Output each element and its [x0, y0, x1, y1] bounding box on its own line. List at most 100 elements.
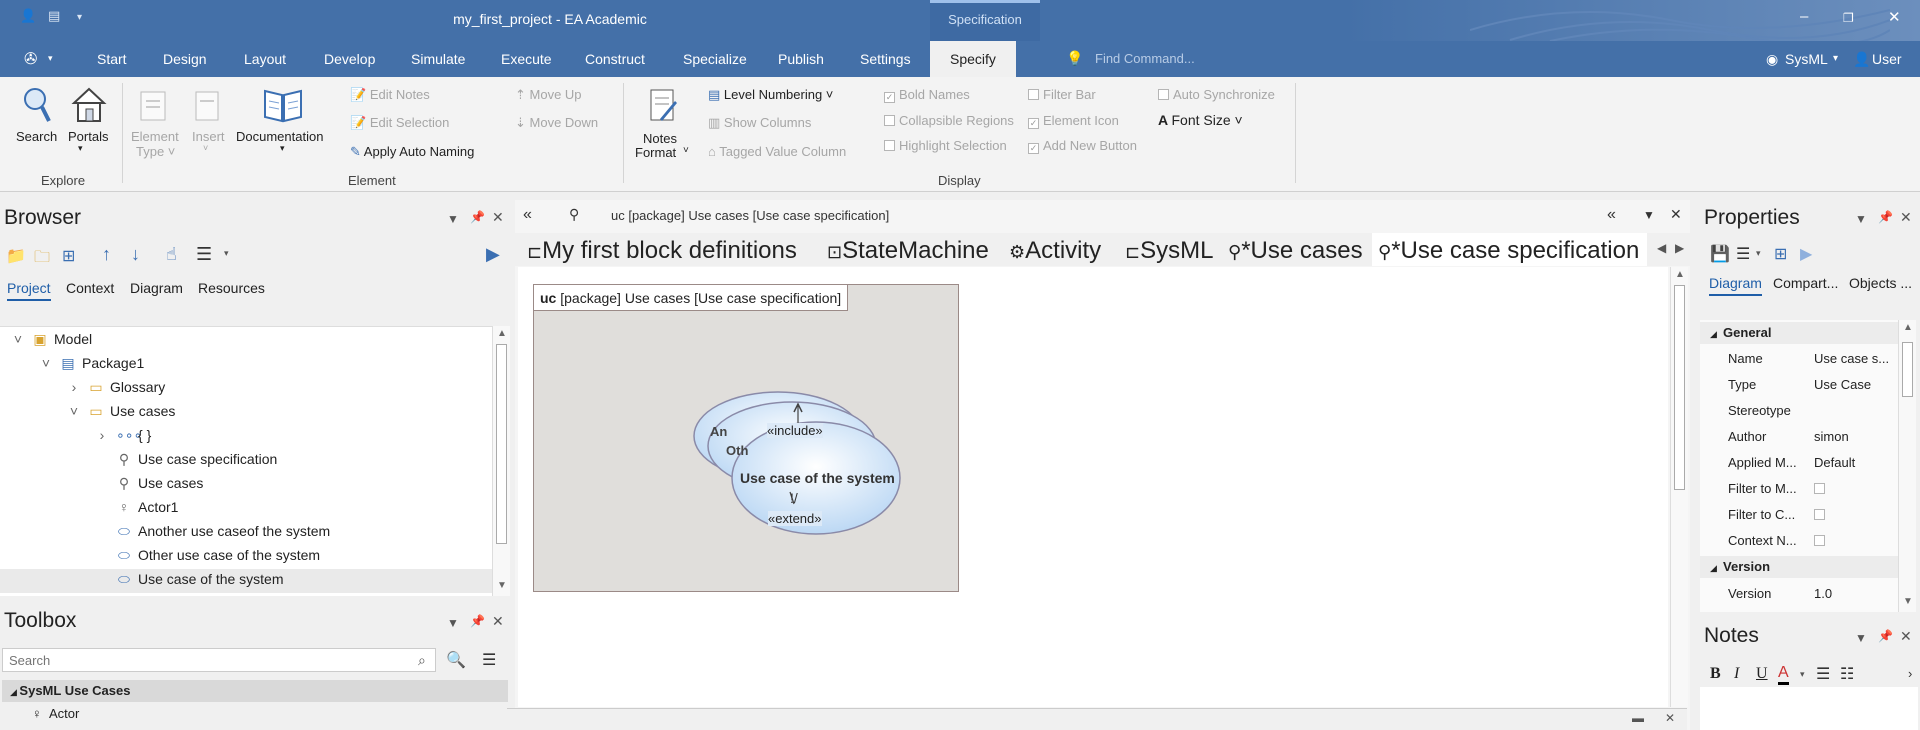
- new-package-icon[interactable]: 📁: [6, 246, 26, 266]
- documentation-dropdown-icon[interactable]: ▾: [280, 143, 285, 154]
- tab-use-cases[interactable]: ⚲*Use cases: [1228, 237, 1363, 265]
- app-menu-dropdown-icon[interactable]: ▾: [48, 53, 53, 64]
- add-new-button-checkbox[interactable]: ✓ Add New Button: [1028, 138, 1137, 154]
- filter-bar-checkbox[interactable]: Filter Bar: [1028, 87, 1096, 102]
- tree-item-use-case-specification[interactable]: ⚲ Use case specification: [94, 451, 277, 468]
- collapsible-regions-checkbox[interactable]: Collapsible Regions: [884, 113, 1014, 128]
- notes-close-icon[interactable]: ✕: [1900, 628, 1912, 645]
- properties-browse-icon[interactable]: ⊞: [1774, 244, 1787, 264]
- notes-format-icon[interactable]: [648, 87, 678, 123]
- bottom-panel-pin-icon[interactable]: ▬: [1632, 711, 1644, 725]
- browser-menu-icon[interactable]: ☰: [196, 244, 212, 265]
- tab-layout[interactable]: Layout: [244, 51, 286, 67]
- locate-icon[interactable]: ☝: [166, 244, 177, 265]
- move-up-arrow-icon[interactable]: ↑: [102, 244, 111, 265]
- new-folder-icon[interactable]: 🗀: [34, 246, 50, 273]
- tree-item-use-cases-package[interactable]: ˅ ▭ Use cases: [66, 403, 175, 420]
- group-version[interactable]: ◢ Version: [1700, 556, 1900, 578]
- close-window-button[interactable]: ✕: [1888, 8, 1901, 26]
- toolbox-dropdown-icon[interactable]: ▼: [447, 616, 459, 630]
- highlight-selection-checkbox[interactable]: Highlight Selection: [884, 138, 1007, 153]
- scroll-up-icon[interactable]: ▲: [1903, 322, 1913, 333]
- move-up-button[interactable]: ⇡ Move Up: [515, 87, 582, 103]
- collapse-icon[interactable]: ˅: [38, 355, 54, 371]
- browser-expand-icon[interactable]: ▶: [486, 244, 500, 265]
- documentation-button[interactable]: Documentation: [236, 129, 323, 144]
- properties-menu-icon[interactable]: ☰: [1736, 244, 1750, 264]
- tree-item-model[interactable]: ˅ ▣ Model: [10, 331, 92, 348]
- property-row[interactable]: Type Use Case: [1700, 374, 1900, 396]
- format-dropdown-icon[interactable]: ˅: [683, 145, 689, 156]
- tab-statemachine[interactable]: ⊡StateMachine: [827, 237, 989, 265]
- property-row[interactable]: Version 1.0: [1700, 583, 1900, 605]
- diagram-close-icon[interactable]: ✕: [1670, 206, 1682, 223]
- bullet-list-icon[interactable]: ☰: [1816, 664, 1830, 684]
- insert-icon[interactable]: [192, 89, 222, 123]
- minimize-button[interactable]: –: [1800, 8, 1808, 25]
- property-row[interactable]: Filter to M...: [1700, 478, 1900, 500]
- portals-icon[interactable]: [70, 85, 108, 125]
- restore-button[interactable]: ❐: [1843, 11, 1854, 25]
- scroll-down-icon[interactable]: ▼: [497, 580, 507, 591]
- browser-pin-icon[interactable]: 📌: [470, 210, 485, 224]
- scroll-thumb[interactable]: [1674, 285, 1685, 490]
- save-icon[interactable]: 💾: [1710, 244, 1730, 264]
- toolbox-item-actor[interactable]: ♀ Actor: [32, 706, 79, 721]
- properties-close-icon[interactable]: ✕: [1900, 209, 1912, 226]
- tree-item-use-case-of-the-system[interactable]: ⬭ Use case of the system: [0, 569, 492, 593]
- property-row[interactable]: Author simon: [1700, 426, 1900, 448]
- properties-pin-icon[interactable]: 📌: [1878, 210, 1893, 224]
- bottom-panel-close-icon[interactable]: ✕: [1665, 711, 1675, 725]
- notes-dropdown-icon[interactable]: ▼: [1855, 631, 1867, 645]
- element-type-label-2[interactable]: Type ˅: [136, 144, 175, 159]
- font-color-icon[interactable]: A: [1778, 664, 1789, 685]
- scroll-down-icon[interactable]: ▼: [1903, 596, 1913, 607]
- notes-more-icon[interactable]: ›: [1908, 666, 1912, 681]
- font-size-button[interactable]: A Font Size ˅: [1158, 112, 1243, 128]
- tab-scroll-left-icon[interactable]: ◀: [1657, 241, 1666, 255]
- auto-synchronize-checkbox[interactable]: Auto Synchronize: [1158, 87, 1275, 102]
- notes-pin-icon[interactable]: 📌: [1878, 629, 1893, 643]
- browser-close-icon[interactable]: ✕: [492, 209, 504, 226]
- edit-notes-button[interactable]: 📝 Edit Notes: [350, 87, 430, 103]
- property-row[interactable]: Filter to C...: [1700, 504, 1900, 526]
- tab-my-first-block-definitions[interactable]: ⊏My first block definitions: [527, 237, 797, 265]
- tree-item-package1[interactable]: ˅ ▤ Package1: [38, 355, 144, 372]
- notes-editor[interactable]: [1700, 687, 1918, 730]
- toolbox-search-input[interactable]: [2, 648, 436, 672]
- tab-specialize[interactable]: Specialize: [683, 51, 747, 67]
- user-menu[interactable]: User: [1872, 51, 1902, 67]
- property-checkbox[interactable]: [1814, 483, 1825, 494]
- collapse-left-icon[interactable]: «: [523, 206, 532, 224]
- element-type-label-1[interactable]: Element: [131, 129, 179, 144]
- search-icon[interactable]: [22, 85, 52, 125]
- perspective-selector[interactable]: SysML: [1785, 51, 1828, 67]
- diagram-nav-back-icon[interactable]: «: [1607, 206, 1616, 224]
- tab-use-case-specification[interactable]: ⚲*Use case specification: [1372, 233, 1648, 266]
- property-row[interactable]: Stereotype: [1700, 400, 1900, 422]
- toolbox-close-icon[interactable]: ✕: [492, 613, 504, 630]
- tab-construct[interactable]: Construct: [585, 51, 645, 67]
- search-button[interactable]: Search: [16, 129, 57, 144]
- tab-design[interactable]: Design: [163, 51, 207, 67]
- apply-auto-naming-button[interactable]: ✎ Apply Auto Naming: [350, 144, 474, 160]
- bold-names-checkbox[interactable]: ✓ Bold Names: [884, 87, 970, 103]
- insert-dropdown-icon[interactable]: ˅: [203, 143, 208, 153]
- tab-execute[interactable]: Execute: [501, 51, 552, 67]
- toolbox-group-header[interactable]: ◢ SysML Use Cases: [2, 680, 508, 702]
- tab-start[interactable]: Start: [97, 51, 127, 67]
- properties-expand-icon[interactable]: ▶: [1800, 244, 1812, 264]
- perspective-dropdown-icon[interactable]: ▾: [1833, 53, 1838, 64]
- underline-icon[interactable]: U: [1756, 665, 1768, 683]
- properties-scrollbar[interactable]: ▲ ▼: [1898, 320, 1916, 612]
- element-type-icon[interactable]: [138, 89, 170, 123]
- italic-icon[interactable]: I: [1734, 665, 1739, 683]
- find-toolbox-icon[interactable]: 🔍: [446, 650, 466, 670]
- new-diagram-icon[interactable]: ⊞: [62, 246, 75, 266]
- diagram-scrollbar[interactable]: ▲: [1670, 267, 1688, 707]
- scroll-thumb[interactable]: [1902, 342, 1913, 397]
- tab-resources[interactable]: Resources: [198, 280, 265, 296]
- scroll-thumb[interactable]: [496, 344, 507, 544]
- tagged-value-column-button[interactable]: ⌂ Tagged Value Column: [708, 144, 846, 159]
- tab-develop[interactable]: Develop: [324, 51, 375, 67]
